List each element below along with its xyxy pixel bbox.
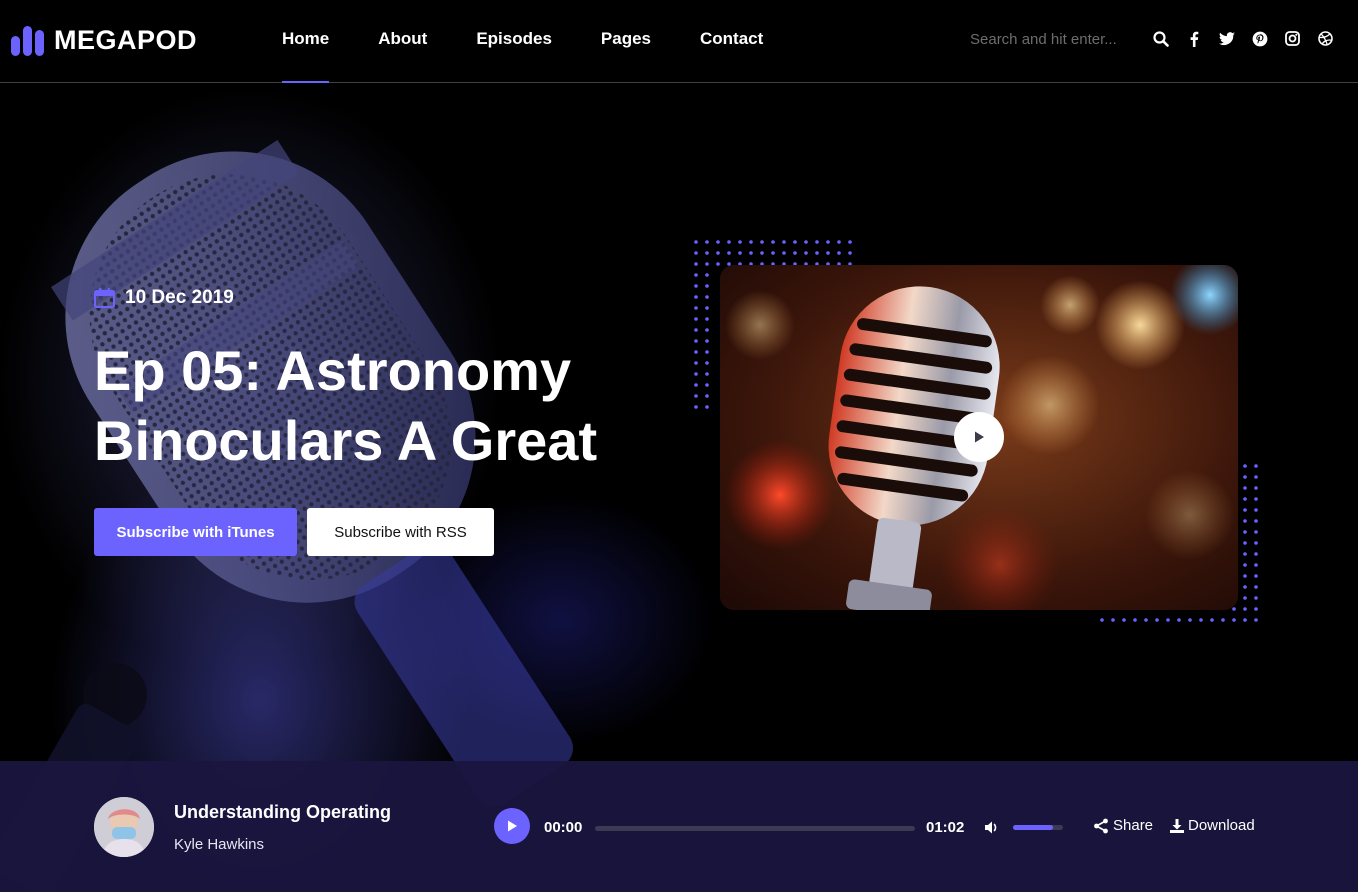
volume-slider[interactable]: [1013, 825, 1063, 830]
header-icons: [1152, 30, 1334, 47]
volume-icon[interactable]: [983, 819, 1000, 836]
site-header: MEGAPOD Home About Episodes Pages Contac…: [0, 0, 1358, 83]
audio-player-bar: Understanding Operating Kyle Hawkins 00:…: [0, 761, 1358, 892]
download-icon: [1170, 818, 1184, 833]
nav-item-home[interactable]: Home: [282, 0, 330, 83]
twitter-icon[interactable]: [1218, 30, 1235, 47]
download-label: Download: [1188, 817, 1255, 834]
nav-item-episodes[interactable]: Episodes: [476, 0, 552, 83]
download-button[interactable]: Download: [1170, 817, 1255, 834]
search-input[interactable]: [970, 28, 1140, 50]
track-title: Understanding Operating: [174, 802, 392, 822]
episode-date: 10 Dec 2019: [94, 287, 234, 309]
play-icon: [975, 431, 984, 443]
episode-title: Ep 05: Astronomy Binoculars A Great: [94, 339, 598, 472]
play-icon: [508, 820, 517, 832]
main-nav: Home About Episodes Pages Contact: [282, 0, 812, 83]
avatar: [94, 797, 154, 857]
instagram-icon[interactable]: [1284, 30, 1301, 47]
track-artist: Kyle Hawkins: [174, 836, 265, 853]
dribbble-icon[interactable]: [1317, 30, 1334, 47]
share-label: Share: [1113, 817, 1154, 834]
search-icon[interactable]: [1152, 30, 1169, 47]
progress-bar[interactable]: [595, 826, 915, 831]
nav-item-pages[interactable]: Pages: [601, 0, 651, 83]
logo[interactable]: MEGAPOD: [11, 25, 197, 56]
nav-item-contact[interactable]: Contact: [700, 0, 763, 83]
current-time: 00:00: [544, 819, 583, 836]
subscribe-itunes-button[interactable]: Subscribe with iTunes: [94, 508, 297, 556]
player-play-button[interactable]: [494, 808, 530, 844]
logo-bars-icon: [11, 25, 44, 56]
volume-fill: [1013, 825, 1053, 830]
logo-text: MEGAPOD: [54, 25, 198, 55]
pinterest-icon[interactable]: [1251, 30, 1268, 47]
duration: 01:02: [926, 819, 965, 836]
nav-item-about[interactable]: About: [378, 0, 427, 83]
video-play-button[interactable]: [954, 412, 1004, 462]
date-text: 10 Dec 2019: [125, 287, 234, 308]
share-icon: [1094, 818, 1108, 833]
subscribe-rss-button[interactable]: Subscribe with RSS: [307, 508, 494, 556]
facebook-icon[interactable]: [1185, 30, 1202, 47]
share-button[interactable]: Share: [1093, 817, 1153, 834]
calendar-icon: [94, 288, 115, 308]
